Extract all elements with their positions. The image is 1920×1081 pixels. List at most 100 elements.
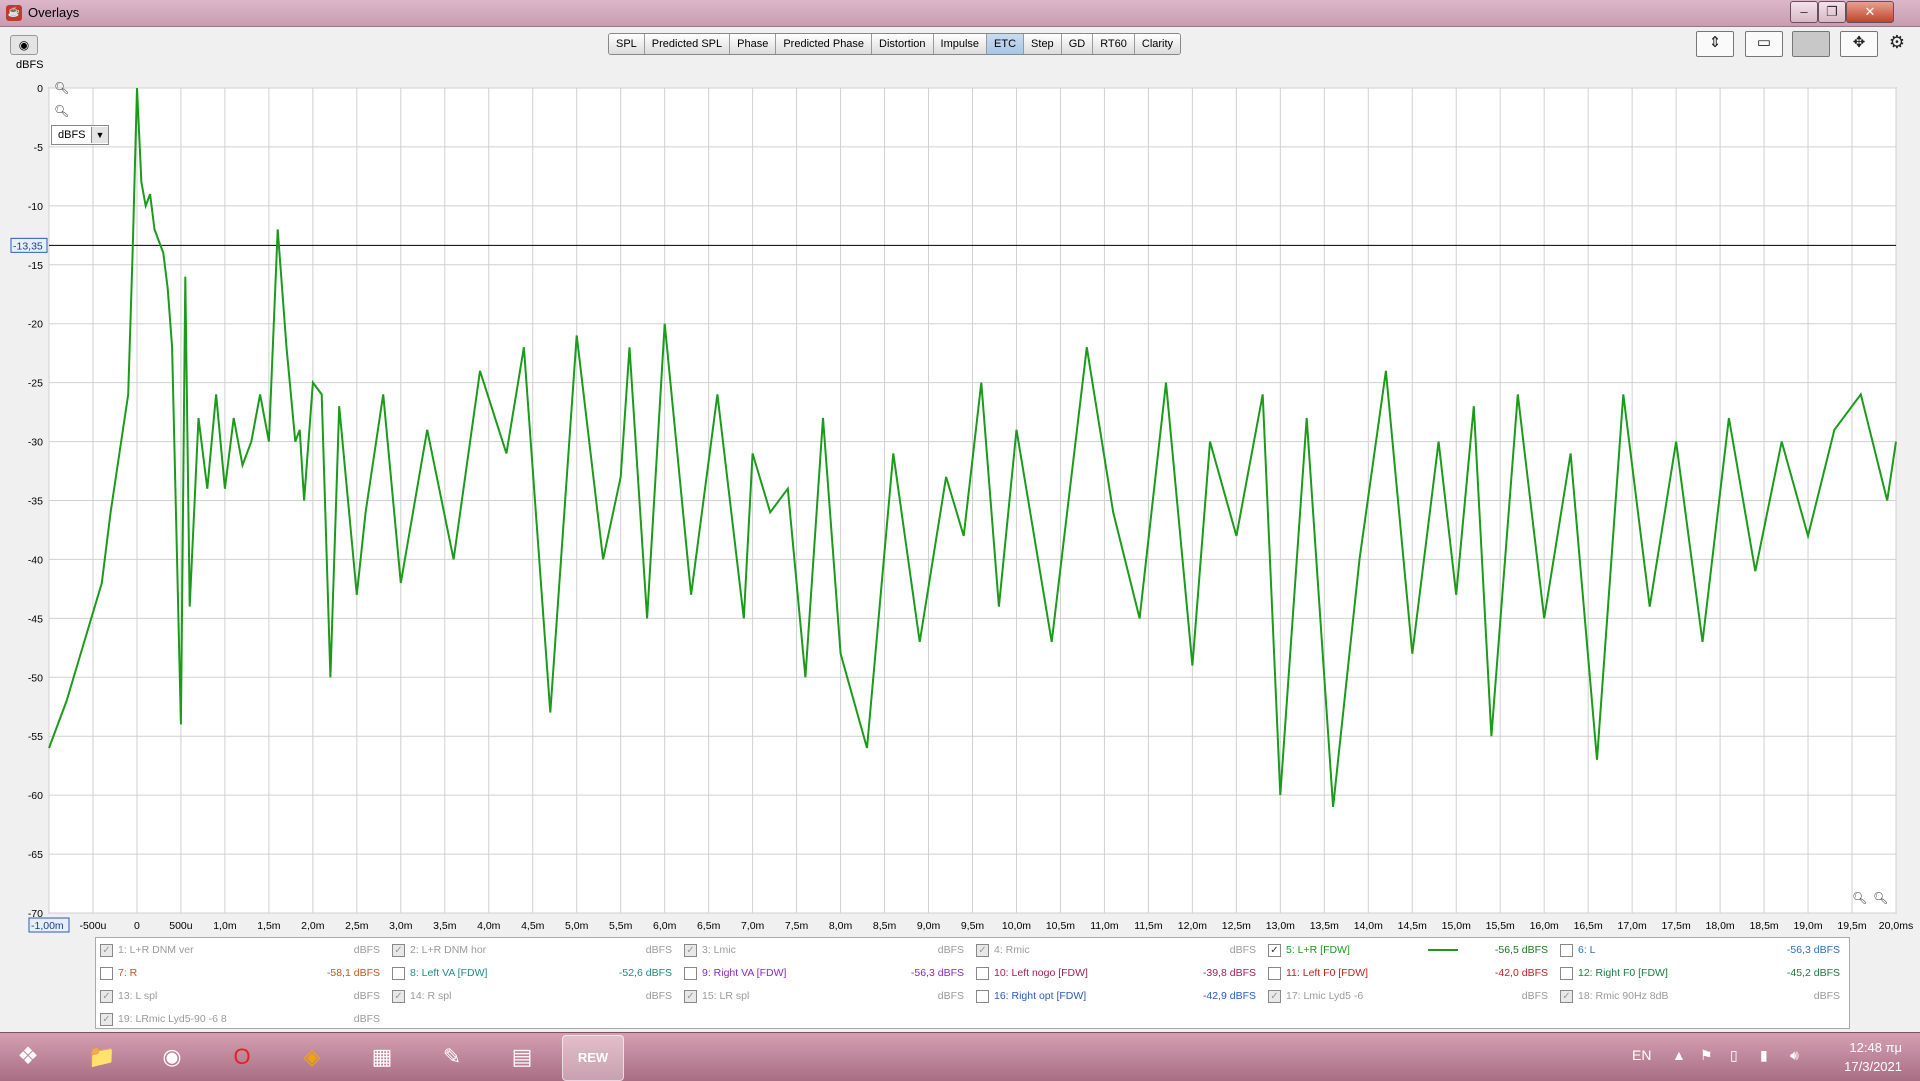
trace-checkbox[interactable]: ✓ (100, 990, 113, 1003)
fit-axes-icon[interactable]: ✥ (1840, 31, 1878, 57)
trace-checkbox[interactable]: ✓ (392, 990, 405, 1003)
trace-checkbox[interactable] (976, 967, 989, 980)
tray-expand-icon[interactable]: ▲ (1672, 1047, 1686, 1063)
x-tick-label: 1,0m (213, 920, 237, 932)
zoom-in-x-icon[interactable]: 🔍︎ (1852, 891, 1867, 905)
tab-spl[interactable]: SPL (609, 34, 645, 54)
trace-item[interactable]: ✓ 19: LRmic Lyd5-90 -6 8 dBFS (96, 1010, 386, 1028)
trace-item[interactable]: ✓ 4: Rmic dBFS (972, 941, 1262, 959)
trace-checkbox[interactable] (1268, 967, 1281, 980)
trace-item[interactable]: 10: Left nogo [FDW] -39,8 dBFS (972, 964, 1262, 982)
language-indicator[interactable]: EN (1632, 1047, 1651, 1063)
chrome-icon[interactable]: ◉ (142, 1035, 202, 1079)
tab-etc[interactable]: ETC (987, 34, 1025, 54)
trace-item[interactable]: 9: Right VA [FDW] -56,3 dBFS (680, 964, 970, 982)
tab-rt60[interactable]: RT60 (1093, 34, 1135, 54)
tab-predicted-spl[interactable]: Predicted SPL (644, 34, 731, 54)
trace-checkbox[interactable] (392, 967, 405, 980)
screen-capture-icon[interactable]: ▭ (1745, 31, 1783, 57)
trace-item[interactable]: ✓ 1: L+R DNM ver dBFS (96, 941, 386, 959)
trace-item[interactable]: ✓ 2: L+R DNM hor dBFS (388, 941, 678, 959)
gear-icon[interactable]: ⚙ (1886, 31, 1908, 55)
trace-name: 10: Left nogo [FDW] (994, 967, 1088, 979)
trace-checkbox[interactable]: ✓ (1268, 944, 1281, 957)
trace-checkbox[interactable] (684, 967, 697, 980)
trace-checkbox[interactable] (1560, 944, 1573, 957)
x-tick-label: 17,5m (1662, 920, 1691, 932)
device-icon[interactable]: ▯ (1730, 1047, 1738, 1064)
trace-item[interactable]: ✓ 3: Lmic dBFS (680, 941, 970, 959)
camera-icon[interactable]: ◉ (10, 35, 38, 55)
taskbar: ❖ 📁 ◉ O ◈ ▦ ✎ ▤ REW EN ▲ ⚑ ▯ ▮ 🔊︎ 12:48 … (0, 1032, 1920, 1081)
trace-checkbox[interactable]: ✓ (976, 944, 989, 957)
trace-value: dBFS (937, 990, 964, 1002)
tab-clarity[interactable]: Clarity (1134, 34, 1181, 54)
x-axis-ticks: -500u 0 500u 1,0m 1,5m 2,0m 2,5m 3,0m 3,5m 4,0m 4,… (80, 920, 1914, 932)
etc-graph[interactable]: 0 -5 -10 -15 -20 -25 -30 -35 -40 -45 -50 -55 -60 -65 -… (0, 62, 1920, 942)
tab-distortion[interactable]: Distortion (872, 34, 934, 54)
zoom-in-icon[interactable]: 🔍︎ (54, 81, 69, 95)
folder-icon[interactable]: 📁 (72, 1035, 132, 1079)
x-tick-label: 1,5m (257, 920, 281, 932)
trace-item[interactable]: 7: R -58,1 dBFS (96, 964, 386, 982)
windows-start-icon[interactable]: ❖ (2, 1035, 54, 1079)
browser-icon[interactable]: ◈ (282, 1035, 342, 1079)
tab-predicted-phase[interactable]: Predicted Phase (776, 34, 873, 54)
close-button[interactable]: ✕ (1846, 1, 1894, 23)
trace-checkbox[interactable]: ✓ (100, 944, 113, 957)
trace-item[interactable]: 16: Right opt [FDW] -42,9 dBFS (972, 987, 1262, 1005)
network-icon[interactable]: ▮ (1760, 1047, 1768, 1064)
trace-name: 4: Rmic (994, 944, 1030, 956)
minimize-button[interactable]: – (1790, 1, 1818, 23)
x-tick-label: 18,0m (1706, 920, 1735, 932)
y-tick-label: 0 (37, 83, 43, 95)
trace-checkbox[interactable] (1560, 967, 1573, 980)
trace-checkbox[interactable]: ✓ (684, 944, 697, 957)
grid-app-icon[interactable]: ▦ (352, 1035, 412, 1079)
trace-item[interactable]: ✓ 18: Rmic 90Hz 8dB dBFS (1556, 987, 1846, 1005)
x-tick-label: 6,0m (653, 920, 677, 932)
volume-icon[interactable]: 🔊︎ (1790, 1047, 1799, 1064)
trace-value: -56,5 dBFS (1494, 944, 1548, 956)
x-tick-label: 20,0ms (1879, 920, 1913, 932)
y-tick-label: -20 (28, 319, 43, 331)
trace-checkbox[interactable]: ✓ (392, 944, 405, 957)
trace-item[interactable]: ✓ 14: R spl dBFS (388, 987, 678, 1005)
trace-checkbox[interactable]: ✓ (684, 990, 697, 1003)
trace-item[interactable]: ✓ 5: L+R [FDW] -56,5 dBFS (1264, 941, 1554, 959)
tab-impulse[interactable]: Impulse (933, 34, 988, 54)
tab-gd[interactable]: GD (1061, 34, 1094, 54)
clock[interactable]: 12:48 πμ 17/3/2021 (1844, 1038, 1902, 1076)
zoom-out-x-icon[interactable]: 🔍︎ (1873, 891, 1888, 905)
action-center-icon[interactable]: ⚑ (1700, 1047, 1713, 1064)
trace-item[interactable]: ✓ 13: L spl dBFS (96, 987, 386, 1005)
x-tick-label: 7,0m (741, 920, 765, 932)
trace-item[interactable]: ✓ 17: Lmic Lyd5 -6 dBFS (1264, 987, 1554, 1005)
trace-checkbox[interactable]: ✓ (100, 1013, 113, 1026)
winrar-icon[interactable]: ▤ (492, 1035, 552, 1079)
rew-taskbar-item[interactable]: REW (562, 1035, 624, 1081)
opera-icon[interactable]: O (212, 1035, 272, 1079)
chevron-down-icon: ▼ (91, 127, 108, 143)
x-tick-label: 5,5m (609, 920, 633, 932)
trace-checkbox[interactable] (100, 967, 113, 980)
trace-checkbox[interactable]: ✓ (1560, 990, 1573, 1003)
x-tick-label: 14,0m (1354, 920, 1383, 932)
trace-item[interactable]: 6: L -56,3 dBFS (1556, 941, 1846, 959)
trace-item[interactable]: 11: Left F0 [FDW] -42,0 dBFS (1264, 964, 1554, 982)
tab-phase[interactable]: Phase (730, 34, 777, 54)
notepad-icon[interactable]: ✎ (422, 1035, 482, 1079)
trace-item[interactable]: 12: Right F0 [FDW] -45,2 dBFS (1556, 964, 1846, 982)
rew-icon: REW (577, 1050, 609, 1065)
x-tick-label: 9,5m (961, 920, 985, 932)
trace-checkbox[interactable]: ✓ (1268, 990, 1281, 1003)
blank-control-icon[interactable] (1792, 31, 1830, 57)
units-select[interactable]: dBFS ▼ (51, 125, 109, 145)
maximize-button[interactable]: ❐ (1818, 1, 1846, 23)
trace-checkbox[interactable] (976, 990, 989, 1003)
trace-item[interactable]: ✓ 15: LR spl dBFS (680, 987, 970, 1005)
zoom-out-icon[interactable]: 🔍︎ (54, 104, 69, 118)
tab-step[interactable]: Step (1024, 34, 1062, 54)
vertical-scale-icon[interactable]: ⇕ (1696, 31, 1734, 57)
trace-item[interactable]: 8: Left VA [FDW] -52,6 dBFS (388, 964, 678, 982)
